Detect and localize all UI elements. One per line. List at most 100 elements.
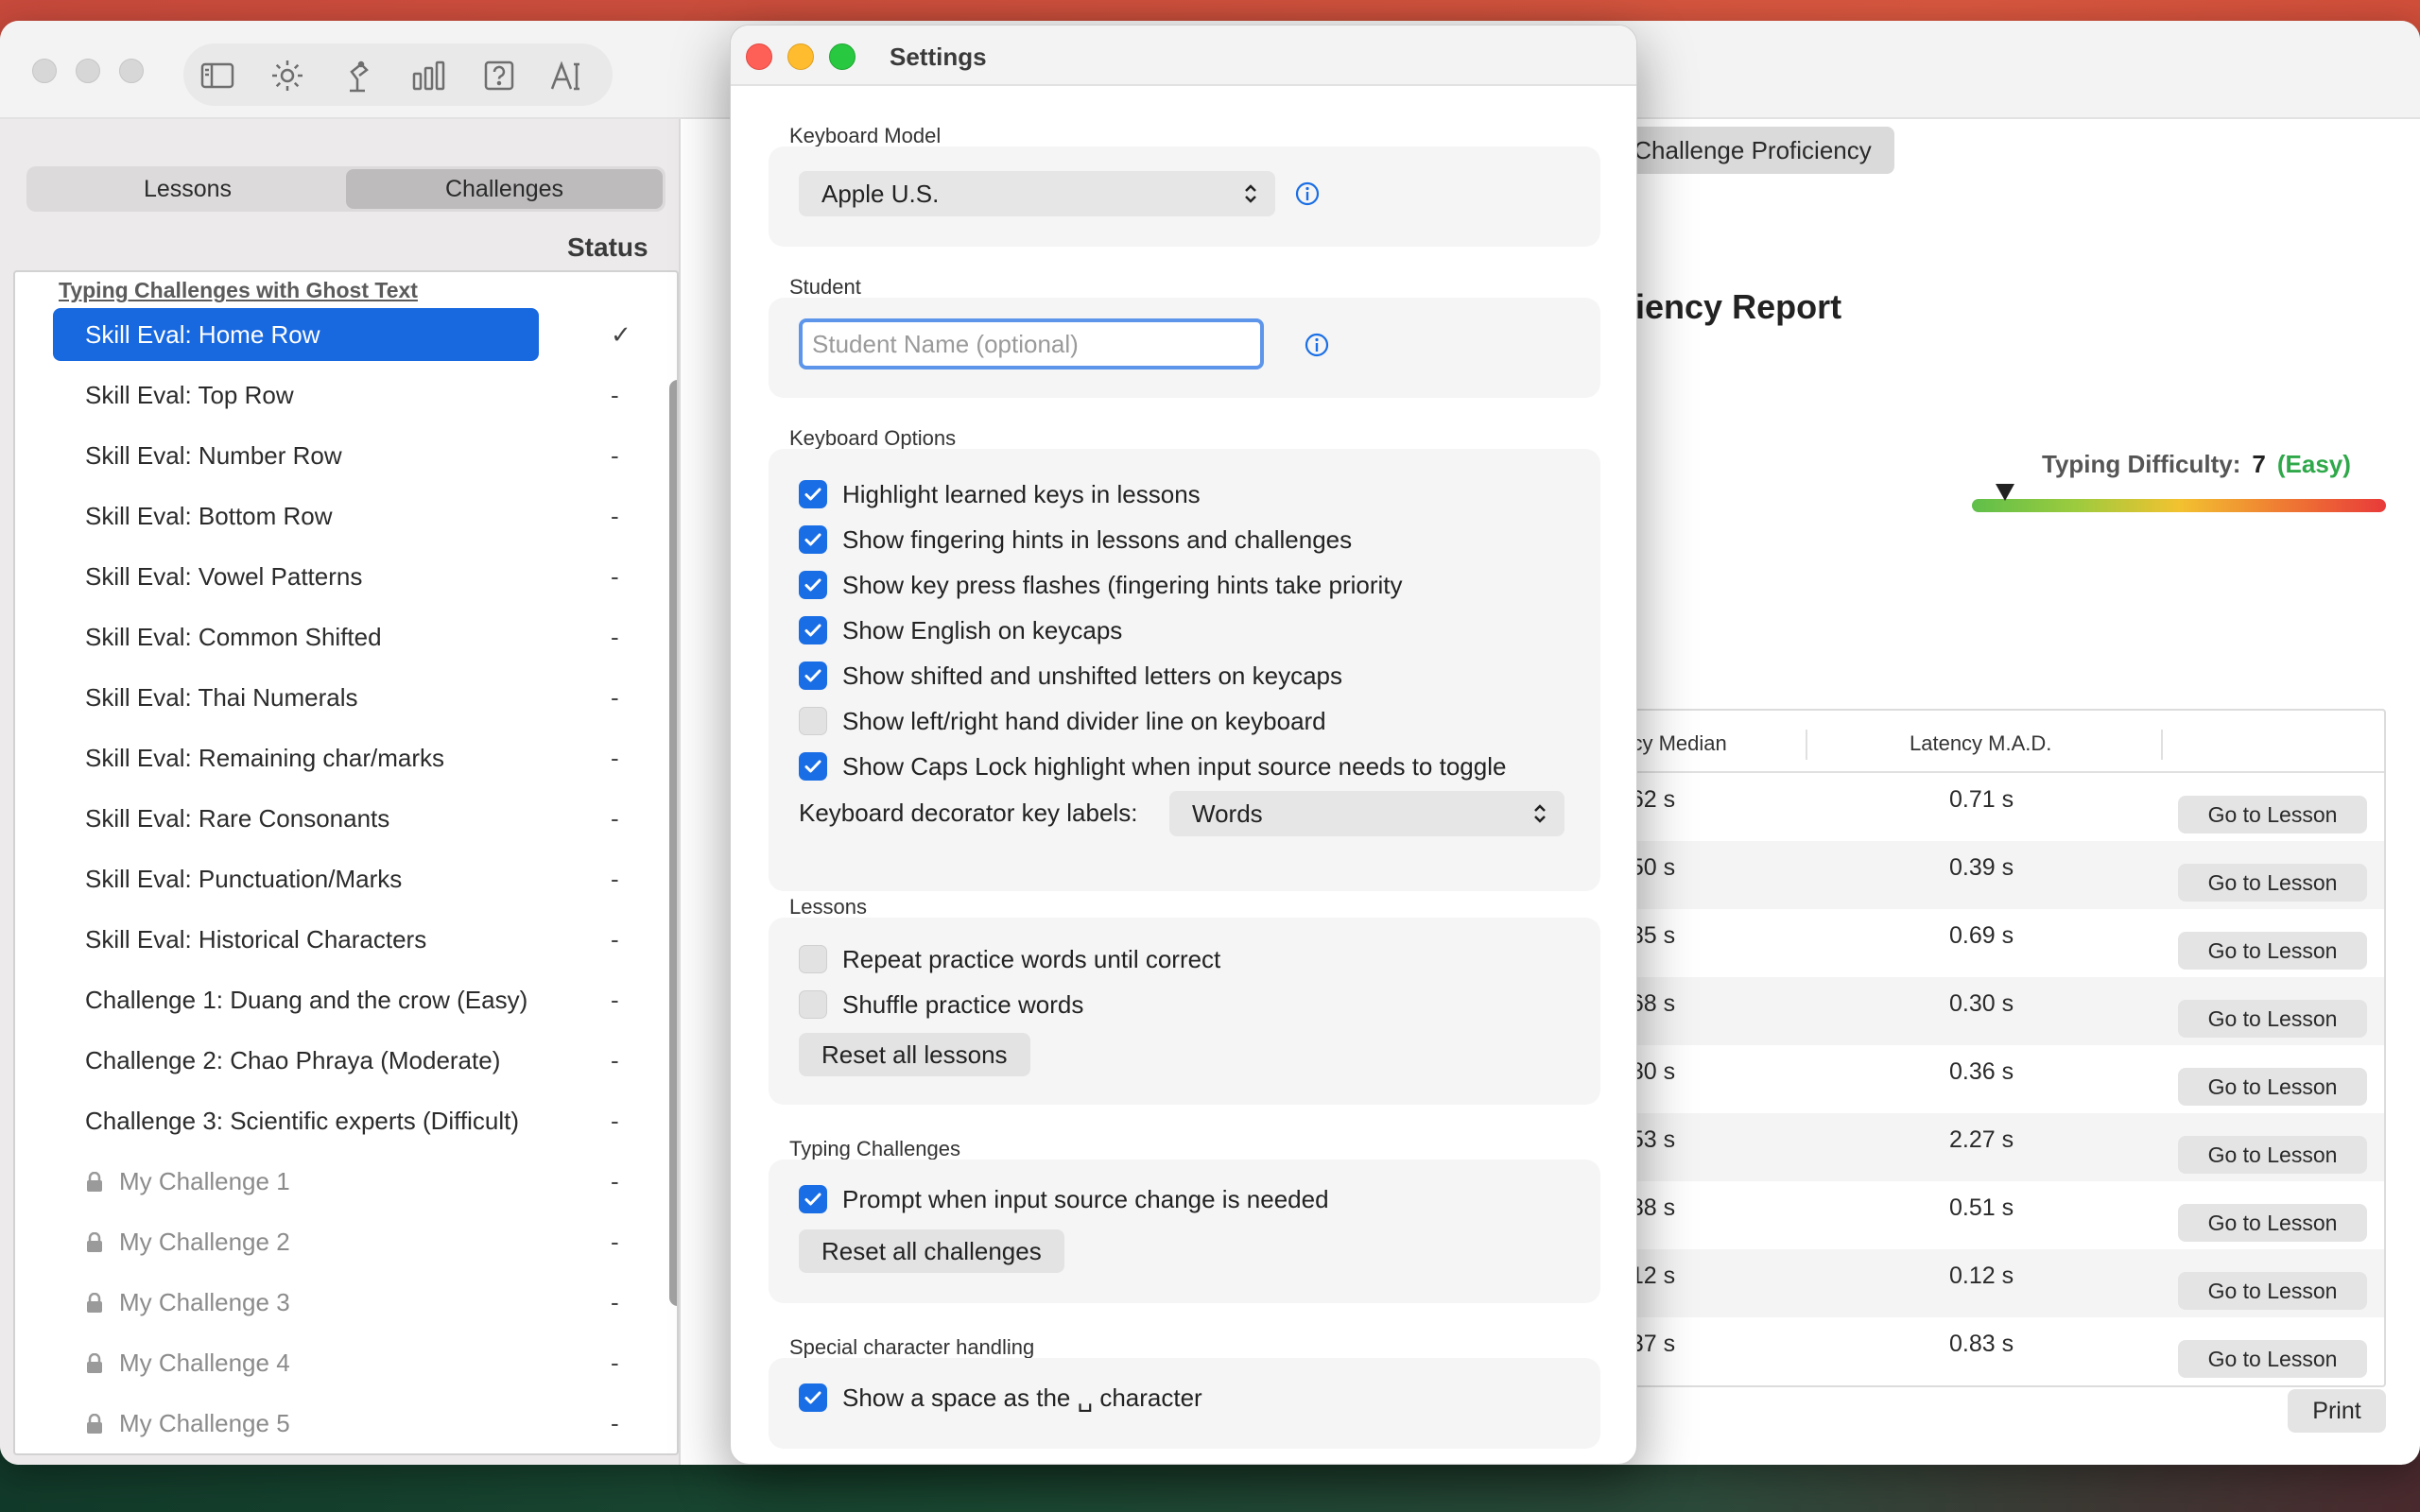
header-latency-mad[interactable]: Latency M.A.D. — [1910, 731, 2051, 756]
minimize-button[interactable] — [76, 59, 100, 83]
list-item[interactable]: Skill Eval: Top Row - — [53, 369, 639, 421]
list-item[interactable]: Challenge 1: Duang and the crow (Easy) - — [53, 973, 639, 1026]
checkmark-icon — [804, 1193, 821, 1206]
checkbox-row[interactable]: Show a space as the ␣ character — [799, 1379, 1202, 1417]
list-item[interactable]: Skill Eval: Home Row ✓ — [53, 308, 639, 361]
text-size-icon[interactable] — [548, 57, 586, 94]
list-item-status: - — [611, 1166, 619, 1195]
checkbox-checked[interactable] — [799, 662, 827, 690]
table-row: 1.12 s 0.12 s Go to Lesson — [1609, 1249, 2384, 1317]
info-icon[interactable] — [1294, 180, 1321, 207]
decorator-select[interactable]: Words — [1169, 791, 1564, 836]
go-to-lesson-button[interactable]: Go to Lesson — [2178, 1272, 2367, 1310]
zoom-button[interactable] — [119, 59, 144, 83]
desk-lamp-icon[interactable] — [338, 57, 376, 94]
list-item[interactable]: Skill Eval: Bottom Row - — [53, 490, 639, 542]
list-item[interactable]: Skill Eval: Number Row - — [53, 429, 639, 482]
checkbox-checked[interactable] — [799, 616, 827, 644]
list-item-status: - — [611, 1408, 619, 1437]
list-item[interactable]: Skill Eval: Rare Consonants - — [53, 792, 639, 845]
go-to-lesson-button[interactable]: Go to Lesson — [2178, 864, 2367, 902]
list-item[interactable]: Skill Eval: Common Shifted - — [53, 610, 639, 663]
checkbox-label: Show key press flashes (fingering hints … — [842, 570, 1403, 599]
latency-mad-cell: 2.27 s — [1949, 1126, 2014, 1153]
checkbox-row[interactable]: Show left/right hand divider line on key… — [799, 702, 1326, 740]
decorator-label: Keyboard decorator key labels: — [799, 799, 1138, 827]
checkbox-checked[interactable] — [799, 480, 827, 508]
list-item[interactable]: Skill Eval: Historical Characters - — [53, 913, 639, 966]
list-item-status: - — [611, 1045, 619, 1074]
list-item[interactable]: Skill Eval: Punctuation/Marks - — [53, 852, 639, 905]
gear-icon[interactable] — [268, 57, 306, 94]
settings-minimize-button[interactable] — [787, 43, 814, 70]
checkbox-row[interactable]: Repeat practice words until correct — [799, 940, 1220, 978]
checkbox-row[interactable]: Highlight learned keys in lessons — [799, 475, 1201, 513]
checkbox-row[interactable]: Show English on keycaps — [799, 611, 1122, 649]
settings-close-button[interactable] — [746, 43, 772, 70]
segment-challenges[interactable]: Challenges — [346, 169, 663, 209]
checkbox-row[interactable]: Show key press flashes (fingering hints … — [799, 566, 1403, 604]
table-row: 0.80 s 0.36 s Go to Lesson — [1609, 1045, 2384, 1113]
student-name-field[interactable] — [799, 318, 1264, 369]
lock-icon — [87, 1293, 102, 1313]
list-item[interactable]: My Challenge 2 - — [53, 1215, 639, 1268]
checkbox-row[interactable]: Show fingering hints in lessons and chal… — [799, 521, 1352, 558]
checkbox-row[interactable]: Shuffle practice words — [799, 986, 1083, 1023]
list-item[interactable]: Skill Eval: Remaining char/marks - — [53, 731, 639, 784]
list-item-status: - — [611, 1287, 619, 1316]
checkbox-unchecked[interactable] — [799, 707, 827, 735]
help-icon[interactable] — [480, 57, 518, 94]
reset-lessons-button[interactable]: Reset all lessons — [799, 1033, 1030, 1076]
info-icon[interactable] — [1304, 332, 1330, 358]
checkbox-checked[interactable] — [799, 752, 827, 781]
go-to-lesson-button[interactable]: Go to Lesson — [2178, 1136, 2367, 1174]
close-button[interactable] — [32, 59, 57, 83]
list-item-status: - — [611, 924, 619, 954]
settings-zoom-button[interactable] — [829, 43, 856, 70]
lock-icon — [87, 1172, 102, 1192]
list-item[interactable]: Challenge 2: Chao Phraya (Moderate) - — [53, 1034, 639, 1087]
reset-challenges-button[interactable]: Reset all challenges — [799, 1229, 1064, 1273]
go-to-lesson-button[interactable]: Go to Lesson — [2178, 796, 2367, 833]
checkbox-unchecked[interactable] — [799, 945, 827, 973]
bar-chart-icon[interactable] — [410, 57, 448, 94]
checkbox-checked[interactable] — [799, 571, 827, 599]
go-to-lesson-button[interactable]: Go to Lesson — [2178, 1340, 2367, 1378]
list-scrollbar[interactable] — [669, 380, 677, 1306]
go-to-lesson-button[interactable]: Go to Lesson — [2178, 1068, 2367, 1106]
print-button[interactable]: Print — [2288, 1389, 2386, 1433]
latency-mad-cell: 0.30 s — [1949, 990, 2014, 1017]
sidebar-toggle-icon[interactable] — [199, 57, 236, 94]
checkbox-checked[interactable] — [799, 1383, 827, 1412]
checkbox-row[interactable]: Show shifted and unshifted letters on ke… — [799, 657, 1342, 695]
checkbox-label: Repeat practice words until correct — [842, 944, 1221, 973]
list-item[interactable]: Challenge 3: Scientific experts (Difficu… — [53, 1094, 639, 1147]
list-item[interactable]: My Challenge 1 - — [53, 1155, 639, 1208]
segment-lessons[interactable]: Lessons — [29, 169, 346, 209]
list-item[interactable]: My Challenge 3 - — [53, 1276, 639, 1329]
table-row: 1.37 s 0.83 s Go to Lesson — [1609, 1317, 2384, 1385]
checkbox-unchecked[interactable] — [799, 990, 827, 1019]
go-to-lesson-button[interactable]: Go to Lesson — [2178, 1000, 2367, 1038]
tab-challenge-proficiency[interactable]: Challenge Proficiency — [1611, 127, 1894, 174]
checkbox-row[interactable]: Prompt when input source change is neede… — [799, 1180, 1329, 1218]
go-to-lesson-button[interactable]: Go to Lesson — [2178, 932, 2367, 970]
table-row: 0.85 s 0.69 s Go to Lesson — [1609, 909, 2384, 977]
table-row: 0.68 s 0.30 s Go to Lesson — [1609, 977, 2384, 1045]
checkbox-checked[interactable] — [799, 525, 827, 554]
list-item[interactable]: Skill Eval: Vowel Patterns - — [53, 550, 639, 603]
list-item[interactable]: My Challenge 4 - — [53, 1336, 639, 1389]
checkbox-row[interactable]: Show Caps Lock highlight when input sour… — [799, 747, 1506, 785]
checkbox-checked[interactable] — [799, 1185, 827, 1213]
list-item[interactable]: My Challenge 5 - — [53, 1397, 639, 1450]
table-row: 0.88 s 0.51 s Go to Lesson — [1609, 1181, 2384, 1249]
student-name-input[interactable] — [812, 329, 1260, 359]
list-item-status: - — [611, 561, 619, 591]
proficiency-table: ency Median Latency M.A.D. 0.62 s 0.71 sG… — [1607, 709, 2386, 1387]
list-item-label: My Challenge 4 — [119, 1348, 290, 1377]
list-item[interactable]: Skill Eval: Thai Numerals - — [53, 671, 639, 724]
checkbox-label: Show Caps Lock highlight when input sour… — [842, 751, 1507, 781]
keyboard-model-select[interactable]: Apple U.S. — [799, 171, 1275, 216]
go-to-lesson-button[interactable]: Go to Lesson — [2178, 1204, 2367, 1242]
checkmark-icon — [804, 669, 821, 682]
